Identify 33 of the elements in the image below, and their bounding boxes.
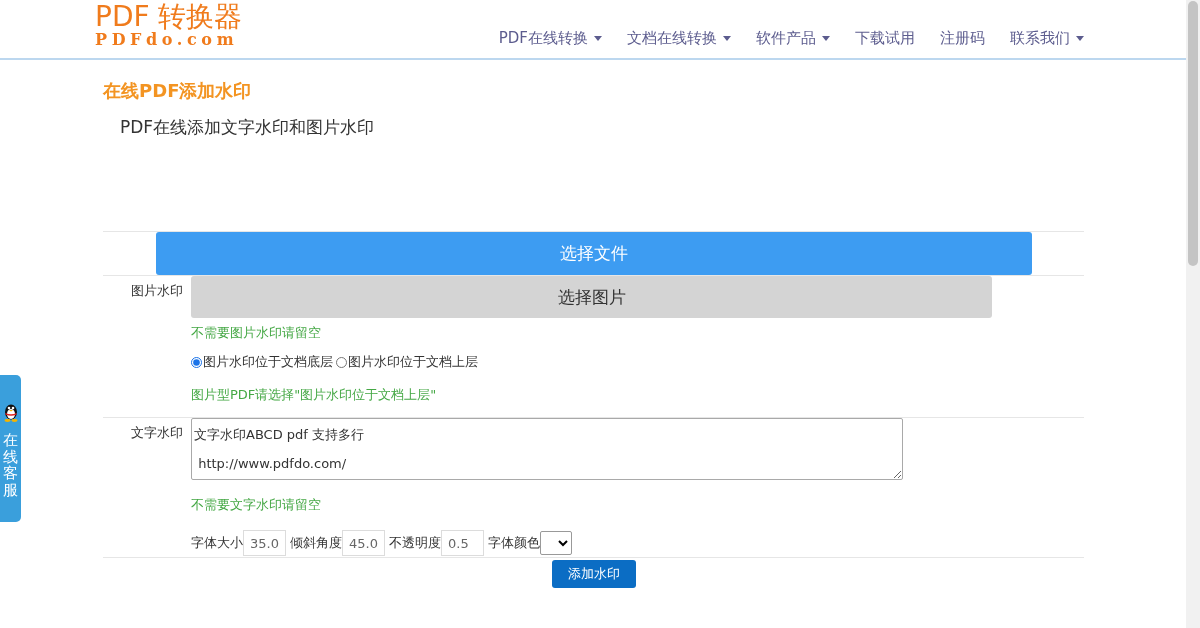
nav-link[interactable]: PDF在线转换: [498, 27, 602, 49]
nav-link[interactable]: 文档在线转换: [627, 27, 731, 49]
page-title: 在线PDF添加水印: [103, 79, 252, 103]
radio-button[interactable]: [191, 356, 202, 368]
logo-title: PDF 转换器: [95, 1, 243, 33]
add-watermark-button[interactable]: 添加水印: [551, 560, 636, 588]
row-label: 图片水印: [131, 282, 183, 300]
hint-text: 不需要图片水印请留空: [191, 324, 321, 342]
field-label: 字体颜色: [488, 534, 540, 552]
radio-button[interactable]: [336, 356, 347, 368]
nav-link[interactable]: 联系我们: [1010, 27, 1084, 49]
choose-image-button[interactable]: 选择图片: [191, 276, 992, 318]
penguin-icon: [2, 403, 19, 422]
hint-text: 图片型PDF请选择"图片水印位于文档上层": [191, 386, 437, 404]
hint-text: 不需要文字水印请留空: [191, 496, 321, 514]
row-label: 文字水印: [131, 424, 183, 442]
radio-label[interactable]: 图片水印位于文档底层: [203, 352, 333, 372]
nav-link[interactable]: 注册码: [940, 27, 985, 49]
input-field[interactable]: 35.0: [243, 530, 286, 556]
input-field[interactable]: 45.0: [342, 530, 385, 556]
nav-link[interactable]: 软件产品: [756, 27, 830, 49]
textarea-field[interactable]: 文字水印ABCD pdf 支持多行 http://www.pdfdo.com/: [191, 418, 903, 480]
page-subtitle: PDF在线添加文字水印和图片水印: [120, 116, 375, 139]
logo-domain: PDFdo.com: [95, 33, 239, 47]
field-label: 倾斜角度: [290, 534, 342, 552]
input-field[interactable]: 0.5: [441, 530, 484, 556]
scrollbar-thumb[interactable]: [1188, 1, 1198, 266]
select-field[interactable]: [540, 531, 572, 555]
scrollbar-track[interactable]: [1186, 0, 1200, 628]
nav-link[interactable]: 下载试用: [855, 27, 915, 49]
radio-label[interactable]: 图片水印位于文档上层: [348, 352, 478, 372]
field-label: 不透明度: [389, 534, 441, 552]
field-label: 字体大小: [191, 534, 243, 552]
